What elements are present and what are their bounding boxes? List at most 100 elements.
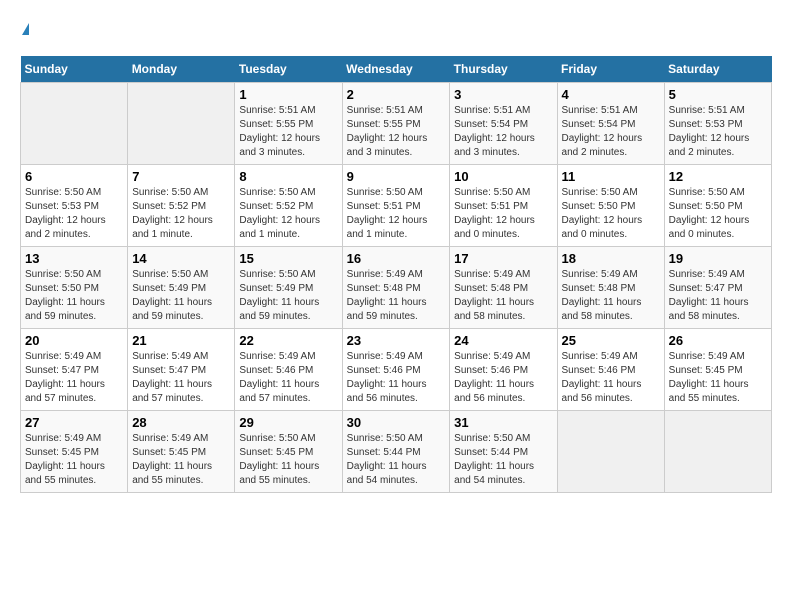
day-number: 30	[347, 415, 446, 430]
calendar-cell: 12 Sunrise: 5:50 AM Sunset: 5:50 PM Dayli…	[664, 164, 771, 246]
day-number: 23	[347, 333, 446, 348]
calendar-cell: 18 Sunrise: 5:49 AM Sunset: 5:48 PM Dayli…	[557, 246, 664, 328]
day-number: 22	[239, 333, 337, 348]
calendar-cell: 29 Sunrise: 5:50 AM Sunset: 5:45 PM Dayli…	[235, 410, 342, 492]
calendar-cell: 6 Sunrise: 5:50 AM Sunset: 5:53 PM Daylig…	[21, 164, 128, 246]
day-number: 26	[669, 333, 767, 348]
day-info: Sunrise: 5:50 AM Sunset: 5:44 PM Dayligh…	[347, 432, 446, 488]
calendar-cell: 14 Sunrise: 5:50 AM Sunset: 5:49 PM Dayli…	[128, 246, 235, 328]
day-info: Sunrise: 5:49 AM Sunset: 5:45 PM Dayligh…	[25, 432, 123, 488]
day-info: Sunrise: 5:49 AM Sunset: 5:46 PM Dayligh…	[454, 350, 552, 406]
calendar-cell: 20 Sunrise: 5:49 AM Sunset: 5:47 PM Dayli…	[21, 328, 128, 410]
day-info: Sunrise: 5:50 AM Sunset: 5:50 PM Dayligh…	[25, 268, 123, 324]
calendar-cell: 25 Sunrise: 5:49 AM Sunset: 5:46 PM Dayli…	[557, 328, 664, 410]
day-number: 17	[454, 251, 552, 266]
day-number: 31	[454, 415, 552, 430]
calendar-week-row: 20 Sunrise: 5:49 AM Sunset: 5:47 PM Dayli…	[21, 328, 772, 410]
day-number: 2	[347, 87, 446, 102]
calendar-cell: 22 Sunrise: 5:49 AM Sunset: 5:46 PM Dayli…	[235, 328, 342, 410]
day-number: 18	[562, 251, 660, 266]
day-number: 7	[132, 169, 230, 184]
calendar-cell: 23 Sunrise: 5:49 AM Sunset: 5:46 PM Dayli…	[342, 328, 450, 410]
calendar-cell: 11Sunrise: 5:50 AM Sunset: 5:50 PM Dayli…	[557, 164, 664, 246]
calendar-cell: 2 Sunrise: 5:51 AM Sunset: 5:55 PM Daylig…	[342, 82, 450, 164]
day-info: Sunrise: 5:50 AM Sunset: 5:49 PM Dayligh…	[239, 268, 337, 324]
calendar-week-row: 6 Sunrise: 5:50 AM Sunset: 5:53 PM Daylig…	[21, 164, 772, 246]
calendar-cell: 27 Sunrise: 5:49 AM Sunset: 5:45 PM Dayli…	[21, 410, 128, 492]
calendar-cell: 31 Sunrise: 5:50 AM Sunset: 5:44 PM Dayli…	[450, 410, 557, 492]
logo	[20, 20, 29, 40]
day-info: Sunrise: 5:50 AM Sunset: 5:52 PM Dayligh…	[239, 186, 337, 242]
calendar-cell: 21 Sunrise: 5:49 AM Sunset: 5:47 PM Dayli…	[128, 328, 235, 410]
day-info: Sunrise: 5:49 AM Sunset: 5:46 PM Dayligh…	[562, 350, 660, 406]
day-info: Sunrise: 5:51 AM Sunset: 5:55 PM Dayligh…	[347, 104, 446, 160]
header-tuesday: Tuesday	[235, 56, 342, 83]
day-number: 20	[25, 333, 123, 348]
day-info: Sunrise: 5:50 AM Sunset: 5:51 PM Dayligh…	[347, 186, 446, 242]
day-info: Sunrise: 5:49 AM Sunset: 5:47 PM Dayligh…	[132, 350, 230, 406]
day-number: 19	[669, 251, 767, 266]
calendar-week-row: 1 Sunrise: 5:51 AM Sunset: 5:55 PM Daylig…	[21, 82, 772, 164]
calendar-cell	[664, 410, 771, 492]
day-number: 16	[347, 251, 446, 266]
day-number: 29	[239, 415, 337, 430]
day-info: Sunrise: 5:49 AM Sunset: 5:48 PM Dayligh…	[347, 268, 446, 324]
day-number: 28	[132, 415, 230, 430]
day-info: Sunrise: 5:49 AM Sunset: 5:46 PM Dayligh…	[239, 350, 337, 406]
day-number: 27	[25, 415, 123, 430]
day-number: 13	[25, 251, 123, 266]
day-number: 6	[25, 169, 123, 184]
day-number: 3	[454, 87, 552, 102]
calendar-cell: 4Sunrise: 5:51 AM Sunset: 5:54 PM Daylig…	[557, 82, 664, 164]
day-info: Sunrise: 5:51 AM Sunset: 5:55 PM Dayligh…	[239, 104, 337, 160]
header-sunday: Sunday	[21, 56, 128, 83]
calendar-cell: 17 Sunrise: 5:49 AM Sunset: 5:48 PM Dayli…	[450, 246, 557, 328]
calendar-cell: 5 Sunrise: 5:51 AM Sunset: 5:53 PM Daylig…	[664, 82, 771, 164]
calendar-cell: 8Sunrise: 5:50 AM Sunset: 5:52 PM Daylig…	[235, 164, 342, 246]
day-number: 5	[669, 87, 767, 102]
day-info: Sunrise: 5:49 AM Sunset: 5:47 PM Dayligh…	[669, 268, 767, 324]
header-thursday: Thursday	[450, 56, 557, 83]
calendar-cell: 19 Sunrise: 5:49 AM Sunset: 5:47 PM Dayli…	[664, 246, 771, 328]
calendar-cell: 13 Sunrise: 5:50 AM Sunset: 5:50 PM Dayli…	[21, 246, 128, 328]
day-info: Sunrise: 5:51 AM Sunset: 5:53 PM Dayligh…	[669, 104, 767, 160]
header-saturday: Saturday	[664, 56, 771, 83]
day-info: Sunrise: 5:49 AM Sunset: 5:48 PM Dayligh…	[562, 268, 660, 324]
calendar-cell: 1 Sunrise: 5:51 AM Sunset: 5:55 PM Daylig…	[235, 82, 342, 164]
day-number: 15	[239, 251, 337, 266]
day-info: Sunrise: 5:50 AM Sunset: 5:50 PM Dayligh…	[669, 186, 767, 242]
day-info: Sunrise: 5:50 AM Sunset: 5:52 PM Dayligh…	[132, 186, 230, 242]
day-info: Sunrise: 5:49 AM Sunset: 5:45 PM Dayligh…	[669, 350, 767, 406]
calendar-week-row: 13 Sunrise: 5:50 AM Sunset: 5:50 PM Dayli…	[21, 246, 772, 328]
day-info: Sunrise: 5:50 AM Sunset: 5:53 PM Dayligh…	[25, 186, 123, 242]
calendar-cell	[557, 410, 664, 492]
header-monday: Monday	[128, 56, 235, 83]
calendar-cell: 16 Sunrise: 5:49 AM Sunset: 5:48 PM Dayli…	[342, 246, 450, 328]
calendar-header-row: SundayMondayTuesdayWednesdayThursdayFrid…	[21, 56, 772, 83]
day-number: 10	[454, 169, 552, 184]
day-number: 14	[132, 251, 230, 266]
day-info: Sunrise: 5:50 AM Sunset: 5:45 PM Dayligh…	[239, 432, 337, 488]
header-wednesday: Wednesday	[342, 56, 450, 83]
day-number: 4	[562, 87, 660, 102]
day-number: 12	[669, 169, 767, 184]
calendar-cell: 28 Sunrise: 5:49 AM Sunset: 5:45 PM Dayli…	[128, 410, 235, 492]
day-info: Sunrise: 5:49 AM Sunset: 5:45 PM Dayligh…	[132, 432, 230, 488]
day-info: Sunrise: 5:49 AM Sunset: 5:48 PM Dayligh…	[454, 268, 552, 324]
day-number: 24	[454, 333, 552, 348]
day-info: Sunrise: 5:50 AM Sunset: 5:44 PM Dayligh…	[454, 432, 552, 488]
header-friday: Friday	[557, 56, 664, 83]
calendar-cell: 26 Sunrise: 5:49 AM Sunset: 5:45 PM Dayli…	[664, 328, 771, 410]
day-number: 1	[239, 87, 337, 102]
day-number: 21	[132, 333, 230, 348]
day-info: Sunrise: 5:49 AM Sunset: 5:46 PM Dayligh…	[347, 350, 446, 406]
day-info: Sunrise: 5:51 AM Sunset: 5:54 PM Dayligh…	[454, 104, 552, 160]
day-number: 25	[562, 333, 660, 348]
calendar-cell	[21, 82, 128, 164]
day-info: Sunrise: 5:50 AM Sunset: 5:49 PM Dayligh…	[132, 268, 230, 324]
day-info: Sunrise: 5:49 AM Sunset: 5:47 PM Dayligh…	[25, 350, 123, 406]
calendar-cell	[128, 82, 235, 164]
calendar-week-row: 27 Sunrise: 5:49 AM Sunset: 5:45 PM Dayli…	[21, 410, 772, 492]
calendar-cell: 15 Sunrise: 5:50 AM Sunset: 5:49 PM Dayli…	[235, 246, 342, 328]
calendar-cell: 24 Sunrise: 5:49 AM Sunset: 5:46 PM Dayli…	[450, 328, 557, 410]
